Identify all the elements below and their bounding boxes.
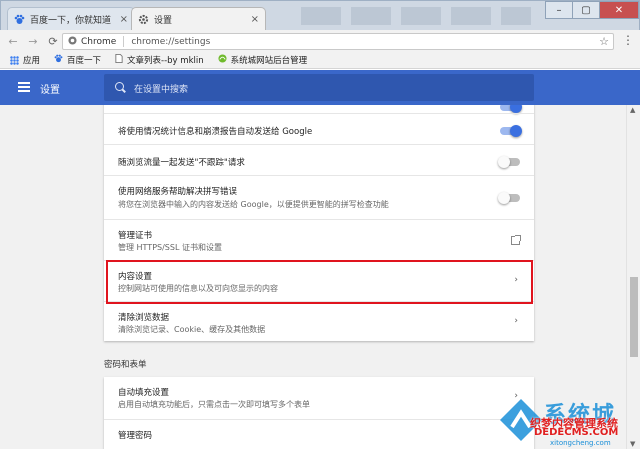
scrollbar-thumb[interactable] xyxy=(630,277,638,357)
tab-settings[interactable]: 设置 × xyxy=(131,7,266,31)
spelling-toggle[interactable] xyxy=(498,192,520,204)
row-title: 清除浏览数据 xyxy=(118,313,170,323)
row-subtitle: 控制网站可使用的信息以及可向您显示的内容 xyxy=(118,284,278,293)
site-icon xyxy=(218,54,227,66)
baidu-paw-icon xyxy=(54,54,63,66)
external-link-icon[interactable] xyxy=(511,235,521,245)
settings-header: 设置 在设置中搜索 xyxy=(0,70,640,105)
settings-search-input[interactable]: 在设置中搜索 xyxy=(104,74,534,101)
baidu-paw-icon xyxy=(14,14,25,25)
bookmark-article-list[interactable]: 文章列表--by mklin xyxy=(115,54,204,66)
bookmark-site-admin[interactable]: 系统城网站后台管理 xyxy=(218,54,308,66)
tab-close-icon[interactable]: × xyxy=(120,14,128,25)
watermark-domain: xitongcheng.com xyxy=(550,439,611,447)
bookmark-star-icon[interactable]: ☆ xyxy=(599,35,609,48)
search-placeholder: 在设置中搜索 xyxy=(134,85,189,95)
bookmark-label: 文章列表--by mklin xyxy=(127,56,204,66)
menu-icon[interactable] xyxy=(18,82,30,92)
url-text[interactable]: chrome://settings xyxy=(131,37,210,47)
row-usage-stats[interactable]: 将使用情况统计信息和崩溃报告自动发送给 Google xyxy=(104,113,534,144)
row-manage-certificates[interactable]: 管理证书 管理 HTTPS/SSL 证书和设置 xyxy=(104,219,534,260)
do-not-track-toggle[interactable] xyxy=(498,156,520,168)
bookmark-label: 系统城网站后台管理 xyxy=(230,56,308,66)
watermark-line2: DEDECMS.COM xyxy=(534,427,619,438)
window-close-button[interactable]: ✕ xyxy=(599,1,639,19)
row-title: 内容设置 xyxy=(118,272,153,282)
row-autofill[interactable]: 自动填充设置 启用自动填充功能后，只需点击一次即可填写多个表单 › xyxy=(104,377,534,419)
bookmark-baidu[interactable]: 百度一下 xyxy=(54,54,101,66)
row-title: 管理证书 xyxy=(118,231,153,241)
browser-toolbar: ← → ⟳ Chrome chrome://settings ☆ ⋮ xyxy=(0,30,640,52)
row-title: 自动填充设置 xyxy=(118,388,170,398)
page-title: 设置 xyxy=(40,85,60,96)
row-title: 将使用情况统计信息和崩溃报告自动发送给 Google xyxy=(118,127,313,137)
tab-close-icon[interactable]: × xyxy=(251,14,259,25)
search-icon xyxy=(115,82,124,91)
row-title: 管理密码 xyxy=(118,431,153,441)
usage-stats-toggle[interactable] xyxy=(500,125,522,137)
forward-button[interactable]: → xyxy=(26,35,40,48)
section-heading: 密码和表单 xyxy=(104,360,147,370)
row-subtitle: 启用自动填充功能后，只需点击一次即可填写多个表单 xyxy=(118,400,310,409)
bookmark-apps[interactable]: 应用 xyxy=(10,54,40,66)
watermark: 系统城 织梦内容管理系统 DEDECMS.COM xitongcheng.com xyxy=(498,395,638,447)
apps-grid-icon xyxy=(10,55,19,65)
tab-title: 设置 xyxy=(154,16,173,26)
privacy-card: 将使用情况统计信息和崩溃报告自动发送给 Google 随浏览流量一起发送"不跟踪… xyxy=(104,105,534,341)
row-subtitle: 将您在浏览器中输入的内容发送给 Google，以便提供更智能的拼写检查功能 xyxy=(118,200,389,209)
window-controls: – ▢ ✕ xyxy=(545,1,639,19)
row-spelling[interactable]: 使用网络服务帮助解决拼写错误 将您在浏览器中输入的内容发送给 Google，以便… xyxy=(104,175,534,219)
background-tabs xyxy=(301,7,531,25)
bookmark-label: 应用 xyxy=(23,56,41,66)
bookmark-label: 百度一下 xyxy=(67,56,102,66)
row-manage-passwords[interactable]: 管理密码 xyxy=(104,419,534,449)
row-title: 随浏览流量一起发送"不跟踪"请求 xyxy=(118,158,245,168)
reload-button[interactable]: ⟳ xyxy=(46,35,60,48)
passwords-card: 自动填充设置 启用自动填充功能后，只需点击一次即可填写多个表单 › 管理密码 xyxy=(104,377,534,449)
row-subtitle: 清除浏览记录、Cookie、缓存及其他数据 xyxy=(118,325,266,334)
page-icon xyxy=(115,54,123,66)
maximize-button[interactable]: ▢ xyxy=(572,1,600,19)
row-title: 使用网络服务帮助解决拼写错误 xyxy=(118,187,238,197)
row-subtitle: 管理 HTTPS/SSL 证书和设置 xyxy=(118,243,222,252)
row-content-settings[interactable]: 内容设置 控制网站可使用的信息以及可向您显示的内容 › xyxy=(104,260,534,301)
chevron-right-icon[interactable]: › xyxy=(514,316,518,326)
back-button[interactable]: ← xyxy=(6,35,20,48)
chrome-icon xyxy=(68,35,77,48)
minimize-button[interactable]: – xyxy=(545,1,573,19)
row-do-not-track[interactable]: 随浏览流量一起发送"不跟踪"请求 xyxy=(104,144,534,175)
row-clear-browsing-data[interactable]: 清除浏览数据 清除浏览记录、Cookie、缓存及其他数据 › xyxy=(104,301,534,341)
tab-title: 百度一下，你就知道 xyxy=(30,16,112,26)
chevron-right-icon[interactable]: › xyxy=(514,275,518,285)
tab-strip: 百度一下，你就知道 × 设置 × – ▢ ✕ xyxy=(0,0,640,31)
site-label: Chrome xyxy=(81,36,117,47)
address-bar[interactable]: Chrome chrome://settings ☆ xyxy=(62,33,614,50)
toggle-switch[interactable] xyxy=(500,105,522,113)
row-clipped xyxy=(104,105,534,113)
chrome-menu-icon[interactable]: ⋮ xyxy=(622,33,634,47)
omnibox-divider xyxy=(123,36,125,47)
gear-icon xyxy=(138,14,149,25)
tab-baidu[interactable]: 百度一下，你就知道 × xyxy=(7,7,135,31)
scroll-up-icon[interactable]: ▲ xyxy=(630,106,635,114)
bookmarks-bar: 应用 百度一下 文章列表--by mklin 系统城网站后台管理 xyxy=(0,52,640,69)
